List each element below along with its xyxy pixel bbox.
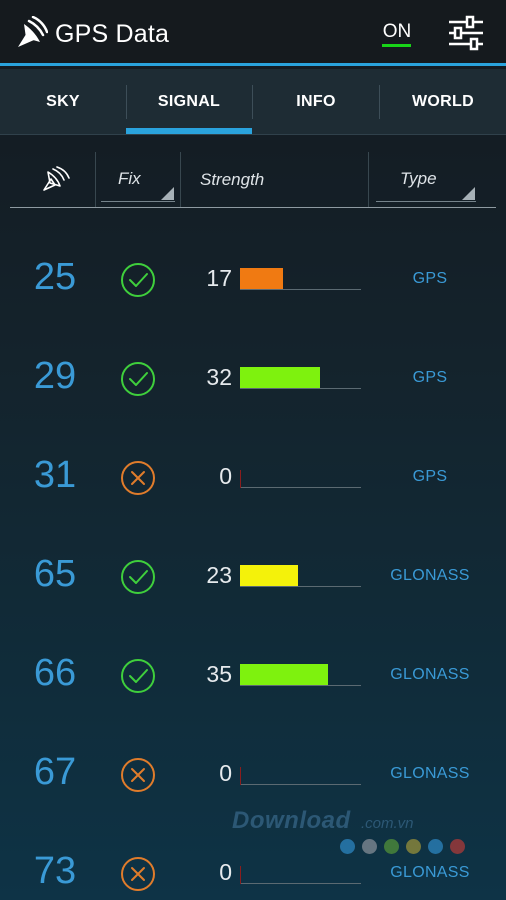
satellite-type: GPS	[412, 468, 448, 485]
tab-sky[interactable]: SKY	[0, 69, 126, 135]
signal-bar-track	[240, 487, 361, 488]
signal-strength-bar	[240, 565, 298, 586]
satellite-row[interactable]: 31 0 GPS	[0, 428, 506, 527]
signal-strength-value: 23	[206, 562, 232, 588]
watermark-dot	[362, 839, 377, 854]
no-fix-cross-icon	[121, 461, 155, 495]
signal-strength-value: 0	[219, 760, 232, 786]
no-fix-cross-icon	[121, 857, 155, 891]
signal-strength-value: 0	[219, 859, 232, 885]
satellite-type: GPS	[412, 270, 448, 287]
gps-on-toggle[interactable]: ON	[382, 21, 412, 43]
satellite-dish-icon	[18, 16, 48, 47]
signal-strength-bar	[240, 664, 328, 685]
signal-strength-value: 17	[206, 265, 232, 291]
signal-strength-bar	[240, 268, 283, 289]
header-bottom-line	[10, 207, 496, 208]
satellite-prn: 73	[33, 850, 77, 892]
satellite-row[interactable]: 29 32 GPS	[0, 329, 506, 428]
signal-strength-value: 32	[206, 364, 232, 390]
signal-bar-track	[240, 586, 361, 587]
signal-bar-track	[240, 784, 361, 785]
satellite-prn: 66	[33, 652, 77, 694]
fix-check-icon	[121, 560, 155, 594]
satellite-type: GLONASS	[390, 567, 470, 584]
header-divider	[95, 152, 96, 208]
type-dropdown-icon[interactable]	[462, 187, 475, 200]
satellite-prn: 65	[33, 553, 77, 595]
satellite-row[interactable]: 25 17 GPS	[0, 230, 506, 329]
watermark-dot	[450, 839, 465, 854]
fix-check-icon	[121, 263, 155, 297]
app-bar: GPS Data ON	[0, 0, 506, 66]
fix-check-icon	[121, 659, 155, 693]
signal-bar-track	[240, 883, 361, 884]
satellite-type: GLONASS	[390, 765, 470, 782]
fix-dropdown-underline	[101, 201, 175, 202]
no-fix-cross-icon	[121, 758, 155, 792]
satellite-type: GPS	[412, 369, 448, 386]
fix-column-header[interactable]: Fix	[118, 169, 141, 189]
satellite-icon[interactable]	[42, 166, 70, 192]
type-column-header[interactable]: Type	[400, 169, 437, 189]
watermark-dot	[428, 839, 443, 854]
satellite-prn: 25	[33, 256, 77, 298]
signal-strength-bar-empty	[240, 866, 241, 884]
app-title: GPS Data	[55, 20, 170, 48]
tab-signal[interactable]: SIGNAL	[126, 69, 252, 135]
signal-bar-track	[240, 289, 361, 290]
satellite-row[interactable]: 73 0 GLONASS	[0, 824, 506, 900]
satellite-row[interactable]: 65 23 GLONASS	[0, 527, 506, 626]
watermark-suffix: .com.vn	[361, 815, 414, 832]
satellite-prn: 29	[33, 355, 77, 397]
watermark-dot	[406, 839, 421, 854]
signal-bar-track	[240, 685, 361, 686]
signal-bar-track	[240, 388, 361, 389]
signal-strength-value: 0	[219, 463, 232, 489]
satellite-type: GLONASS	[390, 666, 470, 683]
fix-check-icon	[121, 362, 155, 396]
toggle-on-indicator	[382, 44, 411, 47]
signal-strength-bar	[240, 367, 320, 388]
satellite-prn: 31	[33, 454, 77, 496]
header-divider	[180, 152, 181, 208]
type-dropdown-underline	[376, 201, 476, 202]
settings-sliders-icon[interactable]	[447, 15, 485, 51]
fix-dropdown-icon[interactable]	[161, 187, 174, 200]
watermark-logo: Download	[232, 807, 351, 834]
signal-strength-value: 35	[206, 661, 232, 687]
satellite-type: GLONASS	[390, 864, 470, 881]
watermark-dot	[384, 839, 399, 854]
satellite-prn: 67	[33, 751, 77, 793]
tab-info[interactable]: INFO	[253, 69, 379, 135]
signal-strength-bar-empty	[240, 470, 241, 488]
strength-column-header: Strength	[200, 170, 265, 189]
tab-bar: SKY SIGNAL INFO WORLD	[0, 69, 506, 135]
tab-world[interactable]: WORLD	[380, 69, 506, 135]
header-divider	[368, 152, 369, 208]
watermark-dot	[340, 839, 355, 854]
selected-tab-indicator	[126, 128, 252, 134]
signal-strength-bar-empty	[240, 767, 241, 785]
satellite-row[interactable]: 66 35 GLONASS	[0, 626, 506, 725]
